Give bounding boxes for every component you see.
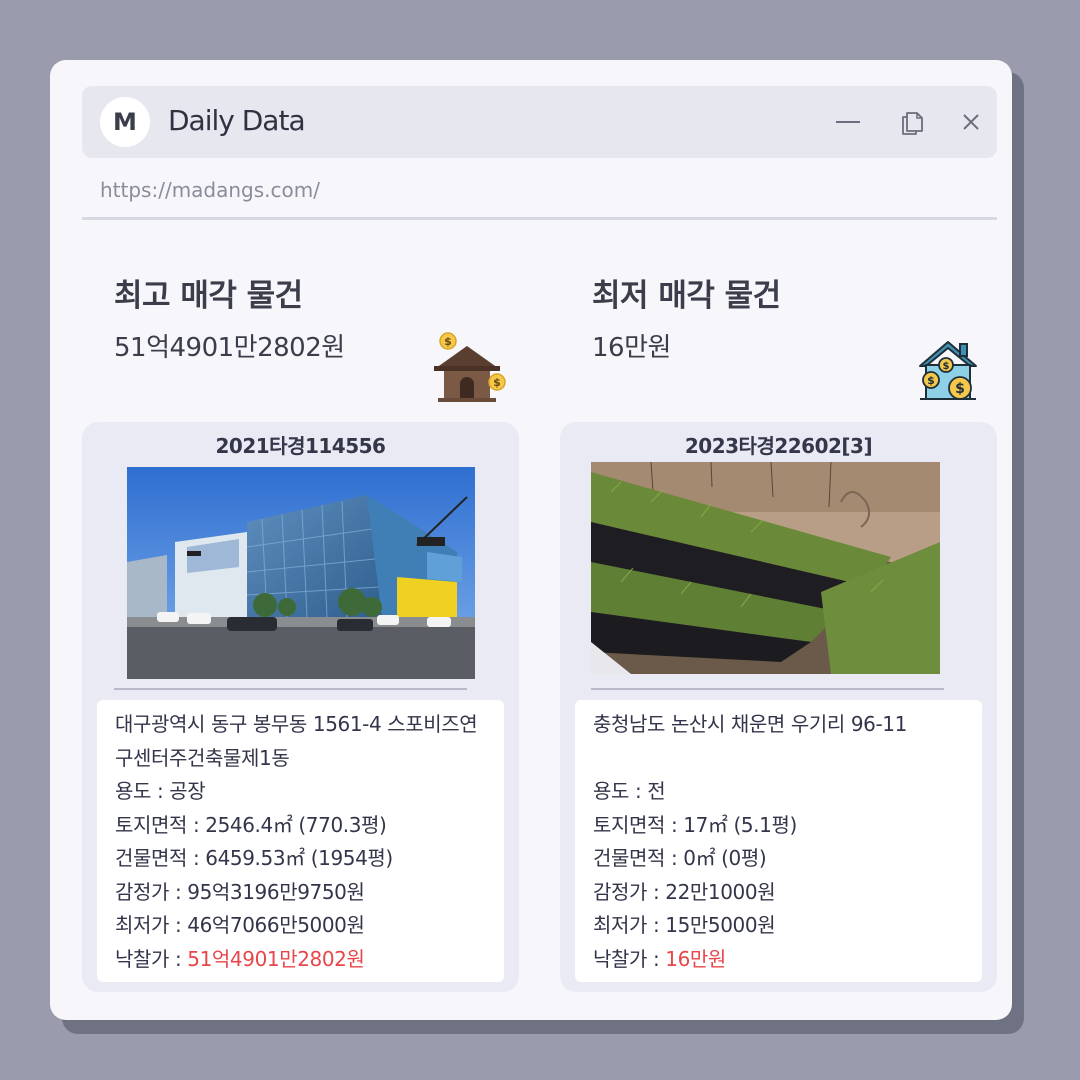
winning-bid-value: 16만원 [665, 946, 726, 971]
app-title: Daily Data [168, 104, 306, 137]
winning-bid-label: 낙찰가 : [115, 946, 188, 971]
url-divider [82, 217, 997, 220]
building-area-text: 건물면적 : 0㎡ (0평) [593, 846, 767, 870]
url-text[interactable]: https://madangs.com/ [100, 178, 320, 202]
highest-heading: 최고 매각 물건 [114, 278, 303, 314]
appraisal-text: 감정가 : 95억3196만9750원 [115, 879, 365, 904]
case-number: 2023타경22602[3] [684, 434, 873, 458]
card-divider [114, 688, 467, 690]
property-details: 대구광역시 동구 봉무동 1561-4 스포비즈연구센터주건축물제1동 용도 :… [97, 700, 504, 982]
usage-text: 용도 : 공장 [115, 779, 206, 803]
minimize-icon [836, 121, 860, 123]
lowest-heading: 최저 매각 물건 [592, 278, 781, 314]
svg-text:$: $ [493, 376, 501, 389]
minimum-price-text: 최저가 : 15만5000원 [593, 913, 776, 937]
highest-property-card[interactable]: 2021타경114556 대구광역시 동구 봉무동 1561-4 스포비즈연구센… [82, 422, 519, 992]
winning-bid-label: 낙찰가 : [593, 946, 666, 971]
svg-text:$: $ [927, 374, 935, 387]
winning-bid-row: 낙찰가 : 51억4901만2802원 [115, 943, 486, 977]
svg-text:$: $ [943, 361, 950, 372]
building-area-text: 건물면적 : 6459.53㎡ (1954평) [115, 846, 393, 870]
lowest-price: 16만원 [592, 333, 671, 363]
house-coins-icon: $ $ $ [919, 341, 977, 400]
svg-text:$: $ [444, 335, 452, 348]
minimum-price-text: 최저가 : 46억7066만5000원 [115, 913, 365, 937]
usage-text: 용도 : 전 [593, 779, 666, 803]
minimize-button[interactable] [832, 106, 864, 138]
property-photo[interactable] [591, 462, 940, 674]
property-details: 충청남도 논산시 채운면 우기리 96-11 용도 : 전 토지면적 : 17㎡… [575, 700, 982, 982]
case-number: 2021타경114556 [215, 434, 386, 458]
house-money-icon: $ $ [434, 332, 506, 402]
winning-bid-value: 51억4901만2802원 [187, 946, 365, 971]
land-area-text: 토지면적 : 17㎡ (5.1평) [593, 812, 797, 837]
lowest-property-card[interactable]: 2023타경22602[3] 충청남도 논산시 채운면 우기리 96-11 용도… [560, 422, 997, 992]
appraisal-text: 감정가 : 22만1000원 [593, 879, 776, 904]
address-text: 대구광역시 동구 봉무동 1561-4 스포비즈연구센터주건축물제1동 [115, 712, 478, 770]
land-area-text: 토지면적 : 2546.4㎡ (770.3평) [115, 812, 387, 837]
winning-bid-row: 낙찰가 : 16만원 [593, 943, 964, 977]
card-divider [591, 688, 944, 690]
app-window: M Daily Data https://madangs.com/ 최고 매각 … [50, 60, 1012, 1020]
restore-icon [902, 112, 923, 135]
title-bar: M Daily Data [82, 86, 997, 158]
address-text: 충청남도 논산시 채운면 우기리 96-11 [593, 712, 907, 736]
restore-button[interactable] [895, 106, 927, 138]
close-button[interactable] [955, 106, 987, 138]
svg-text:$: $ [955, 381, 965, 397]
app-logo: M [100, 97, 150, 147]
property-photo[interactable] [127, 467, 475, 679]
close-icon [963, 114, 979, 130]
highest-price: 51억4901만2802원 [114, 333, 345, 363]
